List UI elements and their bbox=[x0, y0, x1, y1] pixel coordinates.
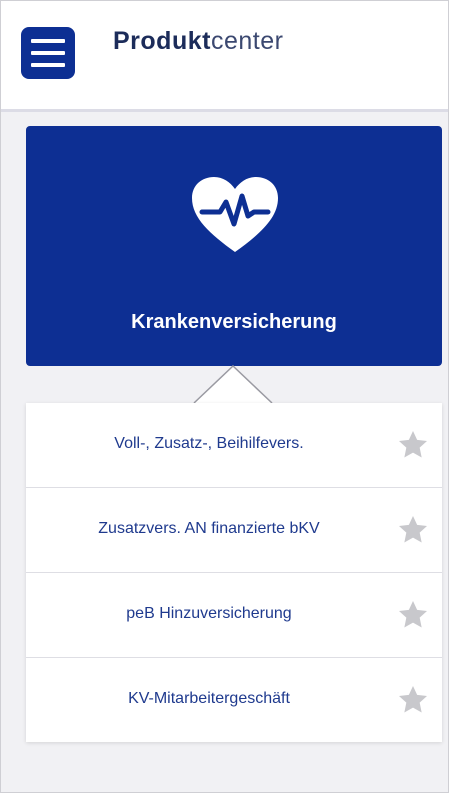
list-item-label: KV-Mitarbeitergeschäft bbox=[128, 690, 290, 707]
title-light: center bbox=[210, 27, 284, 55]
menu-bar-icon bbox=[31, 63, 65, 67]
header: Produktcenter bbox=[1, 1, 448, 109]
star-icon[interactable] bbox=[396, 514, 430, 546]
menu-bar-icon bbox=[31, 51, 65, 55]
product-list: Voll-, Zusatz-, Beihilfevers. Zusatzvers… bbox=[26, 403, 442, 742]
star-icon[interactable] bbox=[396, 684, 430, 716]
star-icon[interactable] bbox=[396, 429, 430, 461]
star-icon[interactable] bbox=[396, 599, 430, 631]
page-title: Produktcenter bbox=[113, 27, 283, 56]
menu-bar-icon bbox=[31, 39, 65, 43]
list-item[interactable]: Voll-, Zusatz-, Beihilfevers. bbox=[26, 403, 442, 487]
title-bold: Produkt bbox=[113, 27, 211, 55]
list-item-label: peB Hinzuversicherung bbox=[126, 605, 292, 622]
list-item[interactable]: peB Hinzuversicherung bbox=[26, 572, 442, 657]
hamburger-menu-button[interactable] bbox=[21, 27, 75, 79]
category-label: Krankenversicherung bbox=[131, 311, 337, 333]
list-item[interactable]: Zusatzvers. AN finanzierte bKV bbox=[26, 487, 442, 572]
dropdown-pointer bbox=[193, 364, 273, 404]
list-item-label: Voll-, Zusatz-, Beihilfevers. bbox=[114, 435, 304, 452]
heart-pulse-icon bbox=[192, 177, 278, 252]
list-item[interactable]: KV-Mitarbeitergeschäft bbox=[26, 657, 442, 742]
list-item-label: Zusatzvers. AN finanzierte bKV bbox=[98, 520, 320, 537]
